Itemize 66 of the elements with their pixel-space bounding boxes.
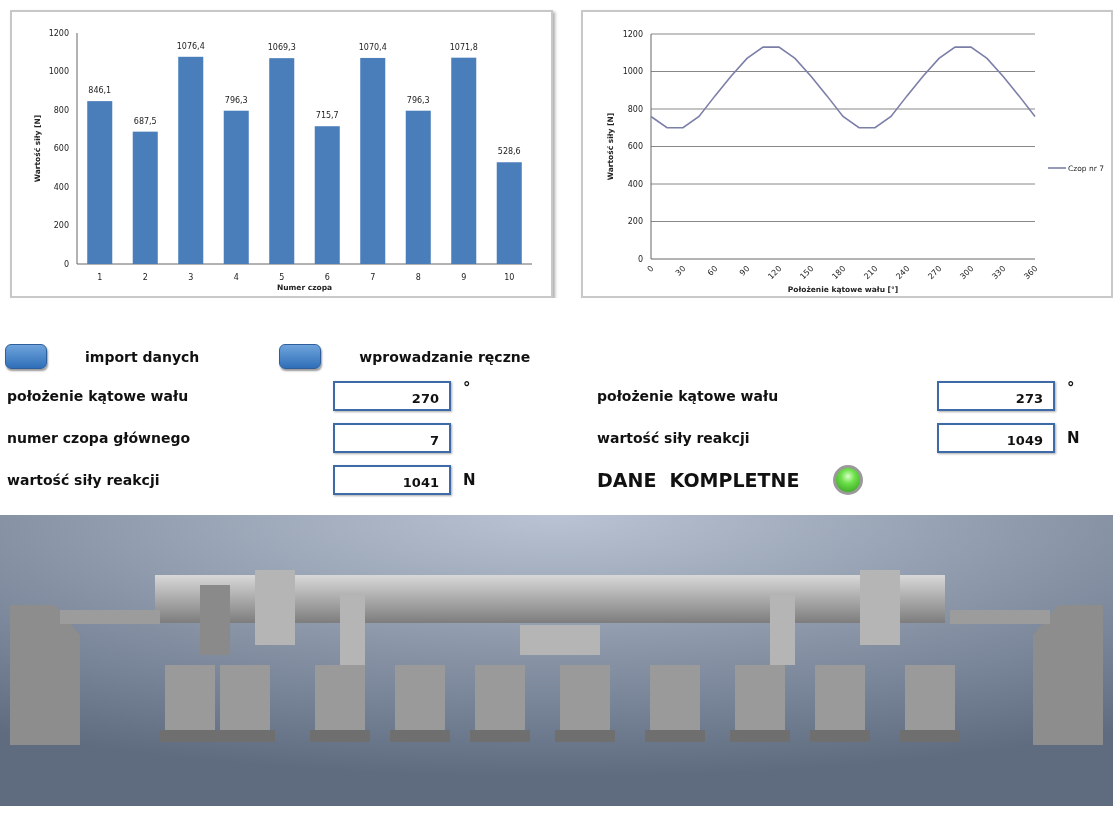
mode-button[interactable] [279,344,322,369]
tick-label: 400 [53,182,69,192]
tick-label: 600 [627,142,643,151]
value-label: 846,1 [88,86,112,96]
input-field[interactable]: 270 [333,381,451,411]
tick-label: 1 [97,273,103,282]
tick-label: 200 [627,217,643,226]
tick-label: 0 [645,264,656,274]
tick-label: 330 [990,264,1008,282]
tick-label: 9 [461,273,467,282]
mode-label: import danych [85,348,200,365]
tick-label: 30 [673,264,688,278]
unit-label: ° [463,379,472,397]
tick-label: 60 [705,264,720,278]
tick-label: 800 [627,104,643,114]
tick-label: 0 [637,254,643,264]
tick-label: 0 [63,259,69,269]
field-label: wartość siły reakcji [7,472,161,488]
mode-label: wprowadzanie ręczne [359,348,531,365]
field-label: położenie kątowe wału [597,388,780,404]
tick-label: 360 [1022,264,1040,282]
tick-label: 300 [958,264,976,282]
tick-label: 90 [737,264,752,278]
unit-label: ° [1067,379,1076,397]
tick-label: 6 [324,273,330,282]
input-field[interactable]: 1049 [937,423,1055,453]
tick-label: 5 [279,273,285,282]
value-label: 796,3 [406,95,430,105]
tick-label: 2 [142,273,148,282]
tick-label: 120 [766,264,784,282]
value-label: 1071,8 [449,42,478,52]
input-field[interactable]: 7 [333,423,451,453]
tick-label: 800 [53,105,69,115]
value-label: 796,3 [224,95,248,105]
tick-label: 3 [188,273,194,282]
tick-label: 240 [894,264,912,282]
value-label: 528,6 [497,147,521,157]
tick-label: 270 [926,264,944,282]
value-label: 1070,4 [358,42,387,52]
field-label: położenie kątowe wału [7,388,190,404]
tick-label: 400 [627,179,643,189]
tick-label: 1200 [622,29,643,39]
value-label: 1076,4 [176,41,205,51]
value-label: 687,5 [133,116,157,126]
tick-label: 150 [798,264,816,282]
tick-label: 180 [830,264,848,282]
tick-label: 200 [53,221,69,230]
tick-label: 600 [53,144,69,153]
field-label: wartość siły reakcji [597,430,751,446]
value-label: 715,7 [315,111,339,121]
input-field[interactable]: 1041 [333,465,451,495]
unit-label: N [463,471,477,489]
mode-button[interactable] [5,344,47,369]
input-field[interactable]: 273 [937,381,1055,411]
value-label: 1069,3 [267,43,296,53]
field-label: numer czopa głównego [7,430,192,446]
tick-label: 7 [370,273,376,282]
tick-label: 1200 [48,28,69,38]
tick-label: 8 [415,273,421,282]
status-label: DANE KOMPLETNE [597,469,800,491]
tick-label: 10 [504,273,515,282]
tick-label: 210 [862,264,880,282]
unit-label: N [1067,429,1081,447]
tick-label: 1000 [48,67,69,76]
tick-label: 4 [233,273,239,282]
tick-label: 1000 [622,67,643,76]
